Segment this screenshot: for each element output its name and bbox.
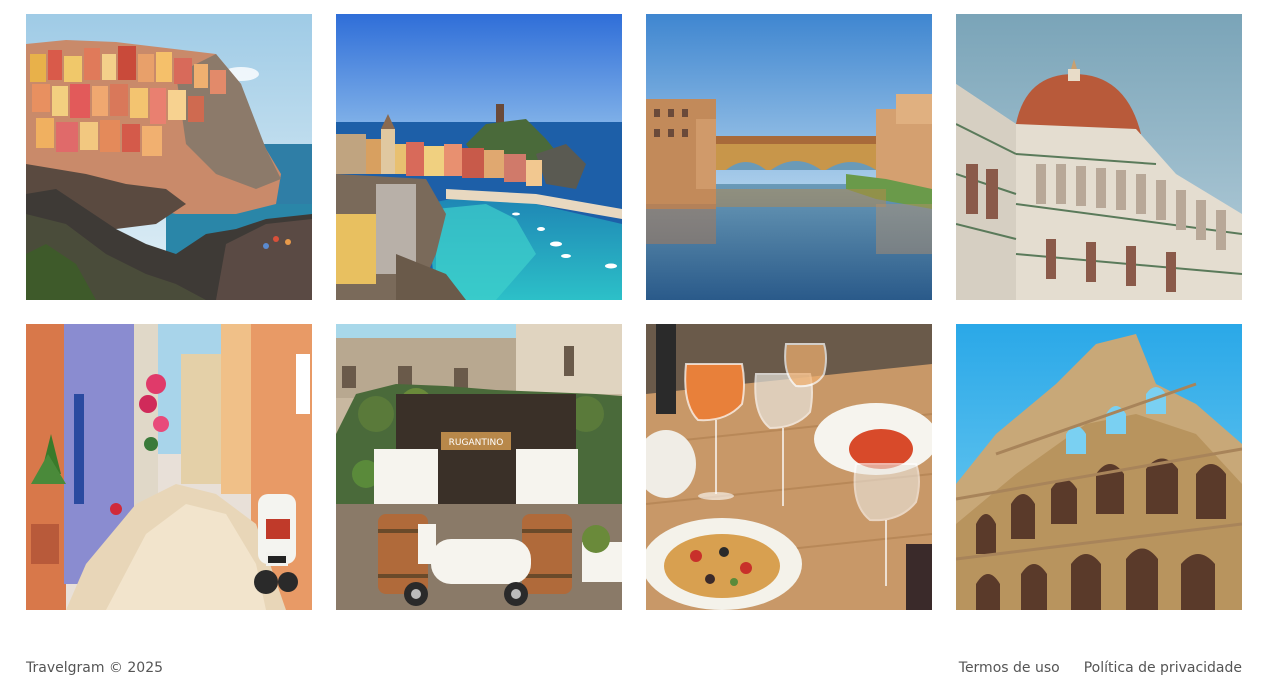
ponte-vecchio-image: [646, 14, 932, 300]
spritz-pasta-image: [646, 324, 932, 610]
gallery-photo-spritz-pasta[interactable]: [646, 324, 932, 610]
terms-of-use-link[interactable]: Termos de uso: [959, 660, 1060, 676]
gallery-photo-florence-duomo[interactable]: [956, 14, 1242, 300]
manarola-image: [26, 14, 312, 300]
vernazza-image: [336, 14, 622, 300]
gallery-photo-manarola[interactable]: [26, 14, 312, 300]
photo-gallery: RUGANTINO: [26, 14, 1242, 610]
gallery-photo-rugantino[interactable]: RUGANTINO: [336, 324, 622, 610]
gallery-photo-ponte-vecchio[interactable]: [646, 14, 932, 300]
footer-links: Termos de uso Política de privacidade: [959, 660, 1242, 676]
colorful-alley-image: [26, 324, 312, 610]
restaurant-sign: RUGANTINO: [449, 438, 504, 448]
rugantino-image: RUGANTINO: [336, 324, 622, 610]
florence-duomo-image: [956, 14, 1242, 300]
gallery-photo-colorful-alley[interactable]: [26, 324, 312, 610]
privacy-policy-link[interactable]: Política de privacidade: [1084, 660, 1242, 676]
footer-copyright: Travelgram © 2025: [26, 660, 164, 676]
gallery-photo-vernazza[interactable]: [336, 14, 622, 300]
page-footer: Travelgram © 2025 Termos de uso Política…: [26, 656, 1242, 680]
gallery-photo-colosseum[interactable]: [956, 324, 1242, 610]
colosseum-image: [956, 324, 1242, 610]
